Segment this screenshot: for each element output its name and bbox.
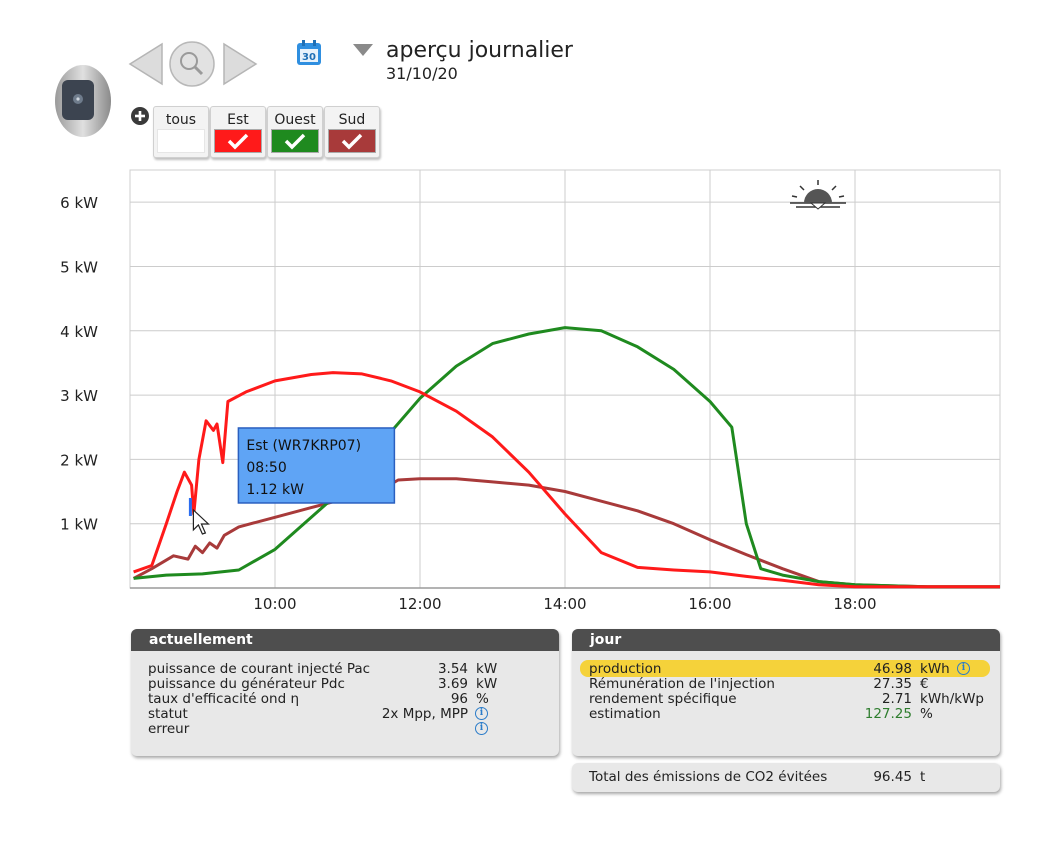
filter-est[interactable]: Est xyxy=(210,106,266,158)
y-tick-label: 1 kW xyxy=(60,516,98,534)
remuneration-label: Rémunération de l'injection xyxy=(589,676,775,692)
estimation-unit: % xyxy=(920,706,933,722)
y-tick-label: 5 kW xyxy=(60,258,98,276)
pac-unit: kW xyxy=(476,661,498,677)
tooltip-value: 1.12 kW xyxy=(246,482,304,498)
calendar-icon[interactable]: 30 xyxy=(296,40,322,70)
production-label: production xyxy=(589,661,662,677)
pac-label: puissance de courant injecté Pac xyxy=(148,661,371,677)
efficiency-label: taux d'efficacité ond η xyxy=(148,691,300,707)
estimation-label: estimation xyxy=(589,706,661,722)
status-value: 2x Mpp, MPP xyxy=(381,706,468,722)
filter-label: tous xyxy=(165,112,197,128)
view-dropdown-chevron-icon[interactable] xyxy=(352,42,374,61)
filter-swatch xyxy=(328,129,376,153)
view-date: 31/10/20 xyxy=(386,64,458,83)
remuneration-unit: € xyxy=(920,676,929,692)
error-label: erreur xyxy=(148,721,190,737)
pdc-value: 3.69 xyxy=(437,676,468,692)
filter-label: Ouest xyxy=(274,112,316,128)
y-axis-ticks: 1 kW 2 kW 3 kW 4 kW 5 kW 6 kW xyxy=(60,194,98,534)
next-day-button[interactable] xyxy=(222,42,258,90)
co2-unit: t xyxy=(920,769,926,785)
x-tick-label: 14:00 xyxy=(543,595,586,613)
efficiency-unit: % xyxy=(476,691,489,707)
specific-yield-value: 2.71 xyxy=(881,691,912,707)
pdc-unit: kW xyxy=(476,676,498,692)
production-info-icon[interactable]: i xyxy=(957,662,970,675)
tooltip-series: Est (WR7KRP07) xyxy=(246,438,361,454)
filter-sud[interactable]: Sud xyxy=(324,106,380,158)
production-value: 46.98 xyxy=(873,661,912,677)
panel-title: jour xyxy=(572,629,1000,651)
y-tick-label: 6 kW xyxy=(60,194,98,212)
inverter-device-image xyxy=(54,64,112,138)
x-tick-label: 10:00 xyxy=(253,595,296,613)
y-tick-label: 2 kW xyxy=(60,451,98,469)
y-tick-label: 4 kW xyxy=(60,323,98,341)
checkmark-icon xyxy=(341,133,363,150)
view-title[interactable]: aperçu journalier xyxy=(386,38,573,63)
estimation-value: 127.25 xyxy=(864,706,912,722)
production-unit: kWh xyxy=(920,661,950,677)
calendar-day: 30 xyxy=(302,52,316,63)
checkmark-icon xyxy=(284,133,306,150)
filter-swatch xyxy=(214,129,262,153)
pac-value: 3.54 xyxy=(437,661,468,677)
specific-yield-unit: kWh/kWp xyxy=(920,691,985,707)
remuneration-value: 27.35 xyxy=(873,676,912,692)
checkmark-icon xyxy=(227,133,249,150)
filter-tous[interactable]: tous xyxy=(153,106,209,158)
status-info-icon[interactable]: i xyxy=(475,707,488,720)
status-label: statut xyxy=(148,706,188,722)
panel-title: actuellement xyxy=(131,629,559,651)
co2-value: 96.45 xyxy=(873,769,912,785)
chart-grid xyxy=(129,169,1001,589)
co2-label: Total des émissions de CO2 évitées xyxy=(589,769,828,785)
add-icon[interactable] xyxy=(130,106,150,130)
y-tick-label: 3 kW xyxy=(60,387,98,405)
filter-label: Est xyxy=(227,112,249,128)
power-chart[interactable]: 1 kW 2 kW 3 kW 4 kW 5 kW 6 kW 10:00 12:00 14:00… xyxy=(0,160,1060,620)
tooltip-time: 08:50 xyxy=(246,460,286,476)
filter-label: Sud xyxy=(338,112,366,128)
specific-yield-label: rendement spécifique xyxy=(589,691,737,707)
filter-ouest[interactable]: Ouest xyxy=(267,106,323,158)
filter-swatch xyxy=(157,129,205,153)
search-button[interactable] xyxy=(168,40,216,92)
x-tick-label: 16:00 xyxy=(688,595,731,613)
pdc-label: puissance du générateur Pdc xyxy=(148,676,345,692)
x-axis-ticks: 10:00 12:00 14:00 16:00 18:00 xyxy=(253,595,876,613)
x-tick-label: 12:00 xyxy=(398,595,441,613)
error-info-icon[interactable]: i xyxy=(475,722,488,735)
filter-swatch xyxy=(271,129,319,153)
previous-day-button[interactable] xyxy=(128,42,164,90)
x-tick-label: 18:00 xyxy=(833,595,876,613)
efficiency-value: 96 xyxy=(450,691,468,707)
